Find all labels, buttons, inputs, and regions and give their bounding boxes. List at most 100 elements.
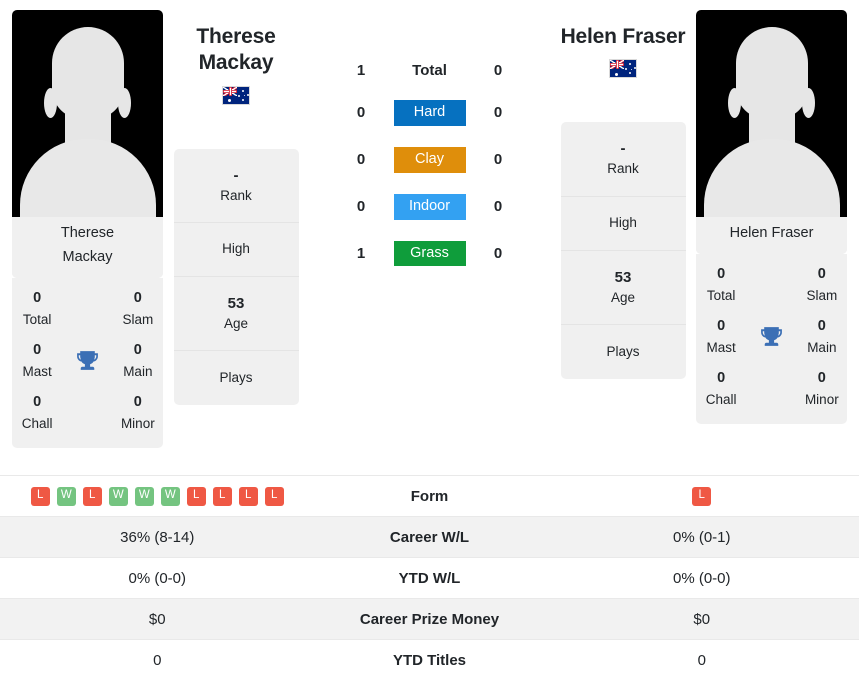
caption-line-2: Mackay xyxy=(62,248,113,265)
left-player-photo-card[interactable]: Therese Mackay xyxy=(12,10,163,278)
left-titles-mast: 0 Mast xyxy=(23,336,52,386)
surface-indoor-left-value: 0 xyxy=(356,198,366,216)
form-badge-l[interactable]: L xyxy=(186,486,206,506)
left-info-plays: Plays xyxy=(174,351,299,405)
surface-row-indoor: 0 Indoor 0 xyxy=(342,193,517,220)
form-badge-w[interactable]: W xyxy=(108,486,128,506)
surface-hard-left-value: 0 xyxy=(356,104,366,122)
left-career-wl-value: 36% (8-14) xyxy=(120,528,195,546)
form-badge-l[interactable]: L xyxy=(30,486,50,506)
form-badge-l[interactable]: L xyxy=(692,486,712,506)
form-badge-w[interactable]: W xyxy=(134,486,154,506)
right-info-rank-label: Rank xyxy=(607,161,639,177)
table-row-ytd-wl: 0% (0-0) YTD W/L 0% (0-0) xyxy=(0,557,859,598)
left-titles-chall: 0 Chall xyxy=(22,388,53,438)
left-player-photo-caption: Therese Mackay xyxy=(12,217,163,278)
avatar-ear-right-shape xyxy=(118,88,131,118)
form-badge-l[interactable]: L xyxy=(212,486,232,506)
left-player-country-flag-icon xyxy=(222,85,250,105)
right-titles-main-label: Main xyxy=(807,339,837,355)
caption-line-1: Therese xyxy=(60,225,115,241)
flag-star-1 xyxy=(242,89,245,92)
left-titles-chall-label: Chall xyxy=(21,415,53,431)
comparison-stats-table: LWLWWWLLLL Form L 36% (8-14) Career W/L … xyxy=(0,475,859,680)
left-info-age-label: Age xyxy=(223,315,249,331)
left-info-rank: - Rank xyxy=(173,149,299,223)
left-player-titles-card: 0 Total 0 Slam 0 Mast 0 Main 0 Chall 0 M… xyxy=(12,277,163,448)
right-titles-mast-value: 0 xyxy=(717,317,726,334)
flag-star-commonwealth xyxy=(228,99,231,102)
row-label-ytd-wl: YTD W/L xyxy=(398,569,461,587)
left-form-badges: LWLWWWLLLL xyxy=(0,486,315,506)
left-titles-slam-label: Slam xyxy=(122,311,154,327)
table-row-career-prize-money: $0 Career Prize Money $0 xyxy=(0,598,859,639)
right-player-photo-column: Helen Fraser 0 Total 0 Slam 0 Mast 0 Mai… xyxy=(694,10,849,424)
h2h-comparison-page: Therese Mackay 0 Total 0 Slam 0 Mast 0 M… xyxy=(0,0,859,689)
surface-row-clay: 0 Clay 0 xyxy=(342,146,517,173)
right-info-age-label: Age xyxy=(610,289,636,305)
surface-total-label: Total xyxy=(412,62,447,79)
left-titles-slam: 0 Slam xyxy=(122,284,153,334)
flag-star-5 xyxy=(631,68,633,71)
right-player-country-flag-icon xyxy=(609,59,637,79)
right-player-info-card: - Rank High 53 Age Plays xyxy=(560,122,686,379)
table-row-ytd-titles: 0 YTD Titles 0 xyxy=(0,639,859,680)
right-titles-slam: 0 Slam xyxy=(806,260,837,310)
players-overview: Therese Mackay 0 Total 0 Slam 0 Mast 0 M… xyxy=(0,0,859,475)
flag-star-2 xyxy=(246,93,249,96)
left-titles-minor: 0 Minor xyxy=(121,388,155,438)
flag-star-3 xyxy=(242,98,245,101)
form-badge-l[interactable]: L xyxy=(82,486,102,506)
surface-clay-left-value: 0 xyxy=(356,151,366,169)
left-player-info-card: - Rank High 53 Age Plays xyxy=(173,148,299,405)
form-badge-w[interactable]: W xyxy=(160,486,180,506)
left-player-info-column: Therese Mackay - Rank High 53 Age Plays xyxy=(165,10,307,405)
flag-star-4 xyxy=(238,94,241,97)
surface-row-total: 1 Total 0 xyxy=(342,62,517,79)
left-info-age-value: 53 xyxy=(227,294,245,312)
left-titles-minor-value: 0 xyxy=(133,393,142,410)
right-titles-total: 0 Total xyxy=(707,260,736,310)
avatar-ear-right-shape xyxy=(802,88,815,118)
flag-star-commonwealth xyxy=(615,72,618,76)
row-label-form: Form xyxy=(410,487,449,505)
right-titles-slam-value: 0 xyxy=(817,265,826,282)
surface-grass-badge[interactable]: Grass xyxy=(393,240,466,267)
flag-star-1 xyxy=(629,63,632,66)
surface-indoor-badge[interactable]: Indoor xyxy=(393,193,466,220)
surface-hard-badge[interactable]: Hard xyxy=(393,100,466,126)
right-player-photo-card[interactable]: Helen Fraser xyxy=(696,10,847,254)
right-ytd-titles-value: 0 xyxy=(697,651,706,669)
form-badge-w[interactable]: W xyxy=(56,486,76,506)
form-badge-l[interactable]: L xyxy=(264,486,284,506)
surface-total-right-value: 0 xyxy=(493,62,503,79)
surface-grass-left-value: 1 xyxy=(356,244,366,262)
surface-grass-right-value: 0 xyxy=(493,244,503,262)
left-info-high-label: High xyxy=(222,241,250,257)
flag-union-jack-canton xyxy=(610,60,624,70)
right-career-prize-money-value: $0 xyxy=(693,610,711,628)
left-player-name[interactable]: Therese Mackay xyxy=(196,24,275,77)
right-titles-minor-label: Minor xyxy=(804,391,839,407)
left-titles-mast-value: 0 xyxy=(33,341,42,358)
right-info-rank-value: - xyxy=(620,140,626,158)
flag-star-2 xyxy=(633,67,636,70)
left-ytd-wl-value: 0% (0-0) xyxy=(128,569,187,587)
form-badge-l[interactable]: L xyxy=(238,486,258,506)
left-titles-slam-value: 0 xyxy=(133,289,142,306)
right-titles-main: 0 Main xyxy=(807,312,836,362)
right-player-name[interactable]: Helen Fraser xyxy=(561,24,686,50)
surface-clay-badge[interactable]: Clay xyxy=(393,146,466,173)
right-player-titles-card: 0 Total 0 Slam 0 Mast 0 Main 0 Chall 0 M… xyxy=(696,253,847,424)
right-titles-minor: 0 Minor xyxy=(805,364,839,414)
left-titles-main: 0 Main xyxy=(123,336,152,386)
surface-total-left-value: 1 xyxy=(356,62,366,79)
surface-hard-right-value: 0 xyxy=(493,104,503,122)
right-titles-mast-label: Mast xyxy=(706,339,736,355)
left-player-name-line-1: Therese xyxy=(196,25,276,48)
right-info-high: High xyxy=(560,197,686,251)
flag-star-5 xyxy=(244,95,246,97)
left-titles-total-value: 0 xyxy=(33,289,42,306)
right-titles-minor-value: 0 xyxy=(817,369,826,386)
surface-row-grass: 1 Grass 0 xyxy=(342,240,517,267)
